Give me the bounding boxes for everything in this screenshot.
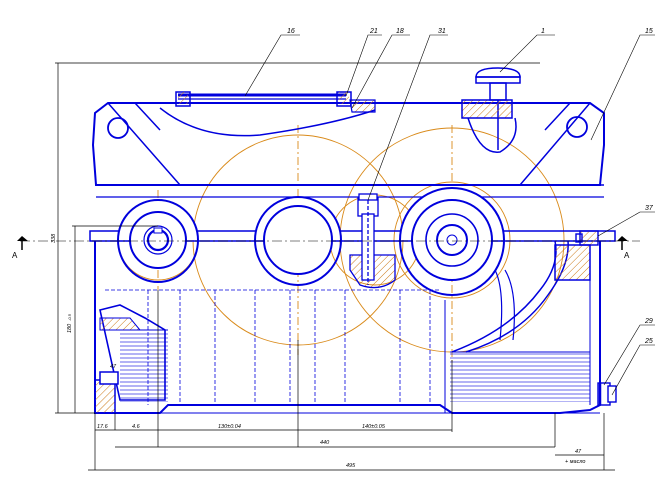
callout-labels: 16 21 18 31 1 15 37 29 25 A A [12,28,654,345]
bearing-bores [117,187,505,296]
section-mark-left: A [12,251,18,260]
vent-plug [461,67,521,153]
drain-plug [597,382,617,406]
left-eye-hole [107,117,129,139]
callout-15: 15 [645,28,653,35]
bore-middle [263,205,333,275]
oil-gauge [575,230,599,246]
dim-center-dist-2: 140±0.05 [362,424,386,430]
dim-overall-length: 495 [346,463,356,469]
dim-axis-height: 180 [67,323,73,333]
callout-1: 1 [541,28,545,35]
left-foot [94,371,119,414]
section-mark-right: A [624,251,630,260]
dim-offset-left: 4.6 [132,424,141,430]
callout-25: 25 [644,338,653,345]
oil-left [120,330,168,402]
output-shaft [436,224,468,256]
oil-right [450,352,590,402]
callout-18: 18 [396,28,404,35]
callout-31: 31 [438,28,446,35]
dim-center-dist-1: 130±0.04 [218,424,241,430]
cover-ribs [107,102,591,186]
callout-21: 21 [369,28,378,35]
dim-level-min: 47 [110,364,117,370]
dim-overall-height: 338 [51,233,57,243]
callout-16: 16 [287,28,295,35]
callout-29: 29 [644,318,653,325]
dim-span-440: 440 [320,440,330,446]
dim-wall-left: 17.6 [97,424,109,430]
dim-axis-height-tol: -0.5 [67,313,72,321]
gearbox-drawing: 16 21 18 31 1 15 37 29 25 A A 338 180 -0… [0,0,664,479]
dim-oil-note: + масло [565,459,585,465]
dim-level-mark: 47 [575,449,582,455]
callout-37: 37 [645,205,654,212]
